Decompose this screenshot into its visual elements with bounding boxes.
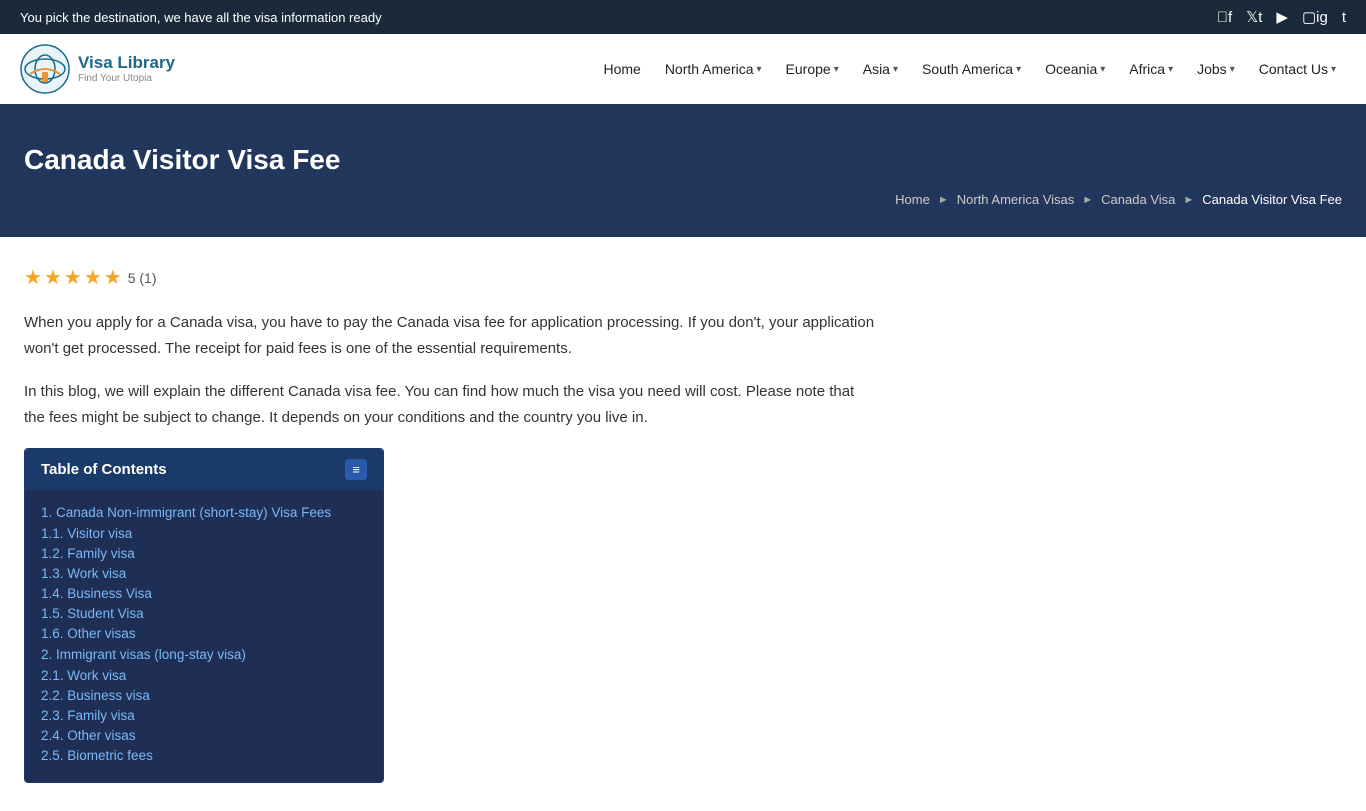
toc-item-2-1: 2.1. Work visa: [41, 667, 367, 684]
logo[interactable]: Visa Library Find Your Utopia: [20, 44, 180, 94]
toc-item-2-3: 2.3. Family visa: [41, 707, 367, 724]
toc-link-1-5[interactable]: 1.5. Student Visa: [41, 606, 144, 621]
toc-link-2-4[interactable]: 2.4. Other visas: [41, 728, 136, 743]
article-para-1: When you apply for a Canada visa, you ha…: [24, 310, 876, 361]
toc-section-2-link[interactable]: 2. Immigrant visas (long-stay visa): [41, 647, 246, 662]
chevron-down-icon: ▾: [893, 64, 898, 75]
nav-item-contact-us[interactable]: Contact Us ▾: [1249, 53, 1346, 85]
rating-row: ★ ★ ★ ★ ★ 5 (1): [24, 265, 876, 290]
toc-item-1-5: 1.5. Student Visa: [41, 605, 367, 622]
toc-section-1: 1. Canada Non-immigrant (short-stay) Vis…: [41, 504, 367, 642]
toc-list: 1. Canada Non-immigrant (short-stay) Vis…: [41, 504, 367, 764]
toc-link-2-3[interactable]: 2.3. Family visa: [41, 708, 135, 723]
top-bar-tagline: You pick the destination, we have all th…: [20, 10, 382, 25]
site-header: Visa Library Find Your Utopia Home North…: [0, 34, 1366, 104]
chevron-down-icon: ▾: [1230, 64, 1235, 75]
nav-item-north-america[interactable]: North America ▾: [655, 53, 772, 85]
nav-item-south-america[interactable]: South America ▾: [912, 53, 1031, 85]
breadcrumb: Home ► North America Visas ► Canada Visa…: [24, 192, 1342, 207]
twitter-icon[interactable]: 𝕏t: [1246, 8, 1262, 26]
hero-banner: Canada Visitor Visa Fee Home ► North Ame…: [0, 104, 1366, 237]
toc-section-1-sub: 1.1. Visitor visa 1.2. Family visa 1.3. …: [41, 525, 367, 642]
toc-link-2-2[interactable]: 2.2. Business visa: [41, 688, 150, 703]
logo-subtitle: Find Your Utopia: [78, 73, 175, 84]
chevron-down-icon: ▾: [1016, 64, 1021, 75]
toc-header: Table of Contents ≡: [25, 449, 383, 490]
tumblr-icon[interactable]: t: [1342, 9, 1346, 26]
toc-item-1-1: 1.1. Visitor visa: [41, 525, 367, 542]
top-bar: You pick the destination, we have all th…: [0, 0, 1366, 34]
toc-link-2-5[interactable]: 2.5. Biometric fees: [41, 748, 153, 763]
toc-section-2-sub: 2.1. Work visa 2.2. Business visa 2.3. F…: [41, 667, 367, 764]
article-para-2: In this blog, we will explain the differ…: [24, 379, 876, 430]
star-3: ★: [64, 265, 82, 290]
toc-toggle-button[interactable]: ≡: [345, 459, 367, 480]
toc-link-1-3[interactable]: 1.3. Work visa: [41, 566, 126, 581]
facebook-icon[interactable]: f: [1217, 9, 1232, 26]
instagram-icon[interactable]: ▢ig: [1302, 8, 1328, 26]
toc-item-2-4: 2.4. Other visas: [41, 727, 367, 744]
toc-item-2-2: 2.2. Business visa: [41, 687, 367, 704]
toc-link-1-1[interactable]: 1.1. Visitor visa: [41, 526, 132, 541]
nav-item-oceania[interactable]: Oceania ▾: [1035, 53, 1115, 85]
toc-item-1-4: 1.4. Business Visa: [41, 585, 367, 602]
star-2: ★: [44, 265, 62, 290]
main-content: ★ ★ ★ ★ ★ 5 (1) When you apply for a Can…: [0, 237, 900, 811]
star-rating: ★ ★ ★ ★ ★: [24, 265, 122, 290]
breadcrumb-sep-1: ►: [938, 194, 949, 206]
toc-body: 1. Canada Non-immigrant (short-stay) Vis…: [25, 490, 383, 782]
page-title: Canada Visitor Visa Fee: [24, 144, 1342, 176]
social-icons-group: f 𝕏t ▶ ▢ig t: [1217, 8, 1346, 26]
breadcrumb-current: Canada Visitor Visa Fee: [1202, 192, 1342, 207]
logo-title: Visa Library: [78, 54, 175, 73]
breadcrumb-north-america-visas[interactable]: North America Visas: [957, 192, 1075, 207]
toc-title: Table of Contents: [41, 461, 167, 478]
nav-item-jobs[interactable]: Jobs ▾: [1187, 53, 1245, 85]
toc-link-1-6[interactable]: 1.6. Other visas: [41, 626, 136, 641]
toc-section-1-link[interactable]: 1. Canada Non-immigrant (short-stay) Vis…: [41, 505, 331, 520]
nav-item-europe[interactable]: Europe ▾: [776, 53, 849, 85]
chevron-down-icon: ▾: [1168, 64, 1173, 75]
breadcrumb-sep-3: ►: [1183, 194, 1194, 206]
toc-item-1-6: 1.6. Other visas: [41, 625, 367, 642]
toc-link-1-4[interactable]: 1.4. Business Visa: [41, 586, 152, 601]
chevron-down-icon: ▾: [757, 64, 762, 75]
breadcrumb-canada-visa[interactable]: Canada Visa: [1101, 192, 1175, 207]
chevron-down-icon: ▾: [1331, 64, 1336, 75]
chevron-down-icon: ▾: [834, 64, 839, 75]
nav-item-africa[interactable]: Africa ▾: [1119, 53, 1183, 85]
star-1: ★: [24, 265, 42, 290]
nav-item-asia[interactable]: Asia ▾: [853, 53, 908, 85]
rating-score: 5 (1): [128, 270, 157, 286]
toc-item-1-2: 1.2. Family visa: [41, 545, 367, 562]
breadcrumb-home[interactable]: Home: [895, 192, 930, 207]
nav-item-home[interactable]: Home: [593, 53, 650, 85]
toc-item-1-3: 1.3. Work visa: [41, 565, 367, 582]
logo-icon: [20, 44, 70, 94]
chevron-down-icon: ▾: [1100, 64, 1105, 75]
toc-link-2-1[interactable]: 2.1. Work visa: [41, 668, 126, 683]
toc-link-1-2[interactable]: 1.2. Family visa: [41, 546, 135, 561]
table-of-contents: Table of Contents ≡ 1. Canada Non-immigr…: [24, 448, 384, 783]
toc-item-2-5: 2.5. Biometric fees: [41, 747, 367, 764]
star-4: ★: [84, 265, 102, 290]
toc-section-2: 2. Immigrant visas (long-stay visa) 2.1.…: [41, 646, 367, 764]
youtube-icon[interactable]: ▶: [1276, 8, 1288, 26]
star-5: ★: [104, 265, 122, 290]
breadcrumb-sep-2: ►: [1082, 194, 1093, 206]
main-nav: Home North America ▾ Europe ▾ Asia ▾ Sou…: [210, 53, 1346, 85]
